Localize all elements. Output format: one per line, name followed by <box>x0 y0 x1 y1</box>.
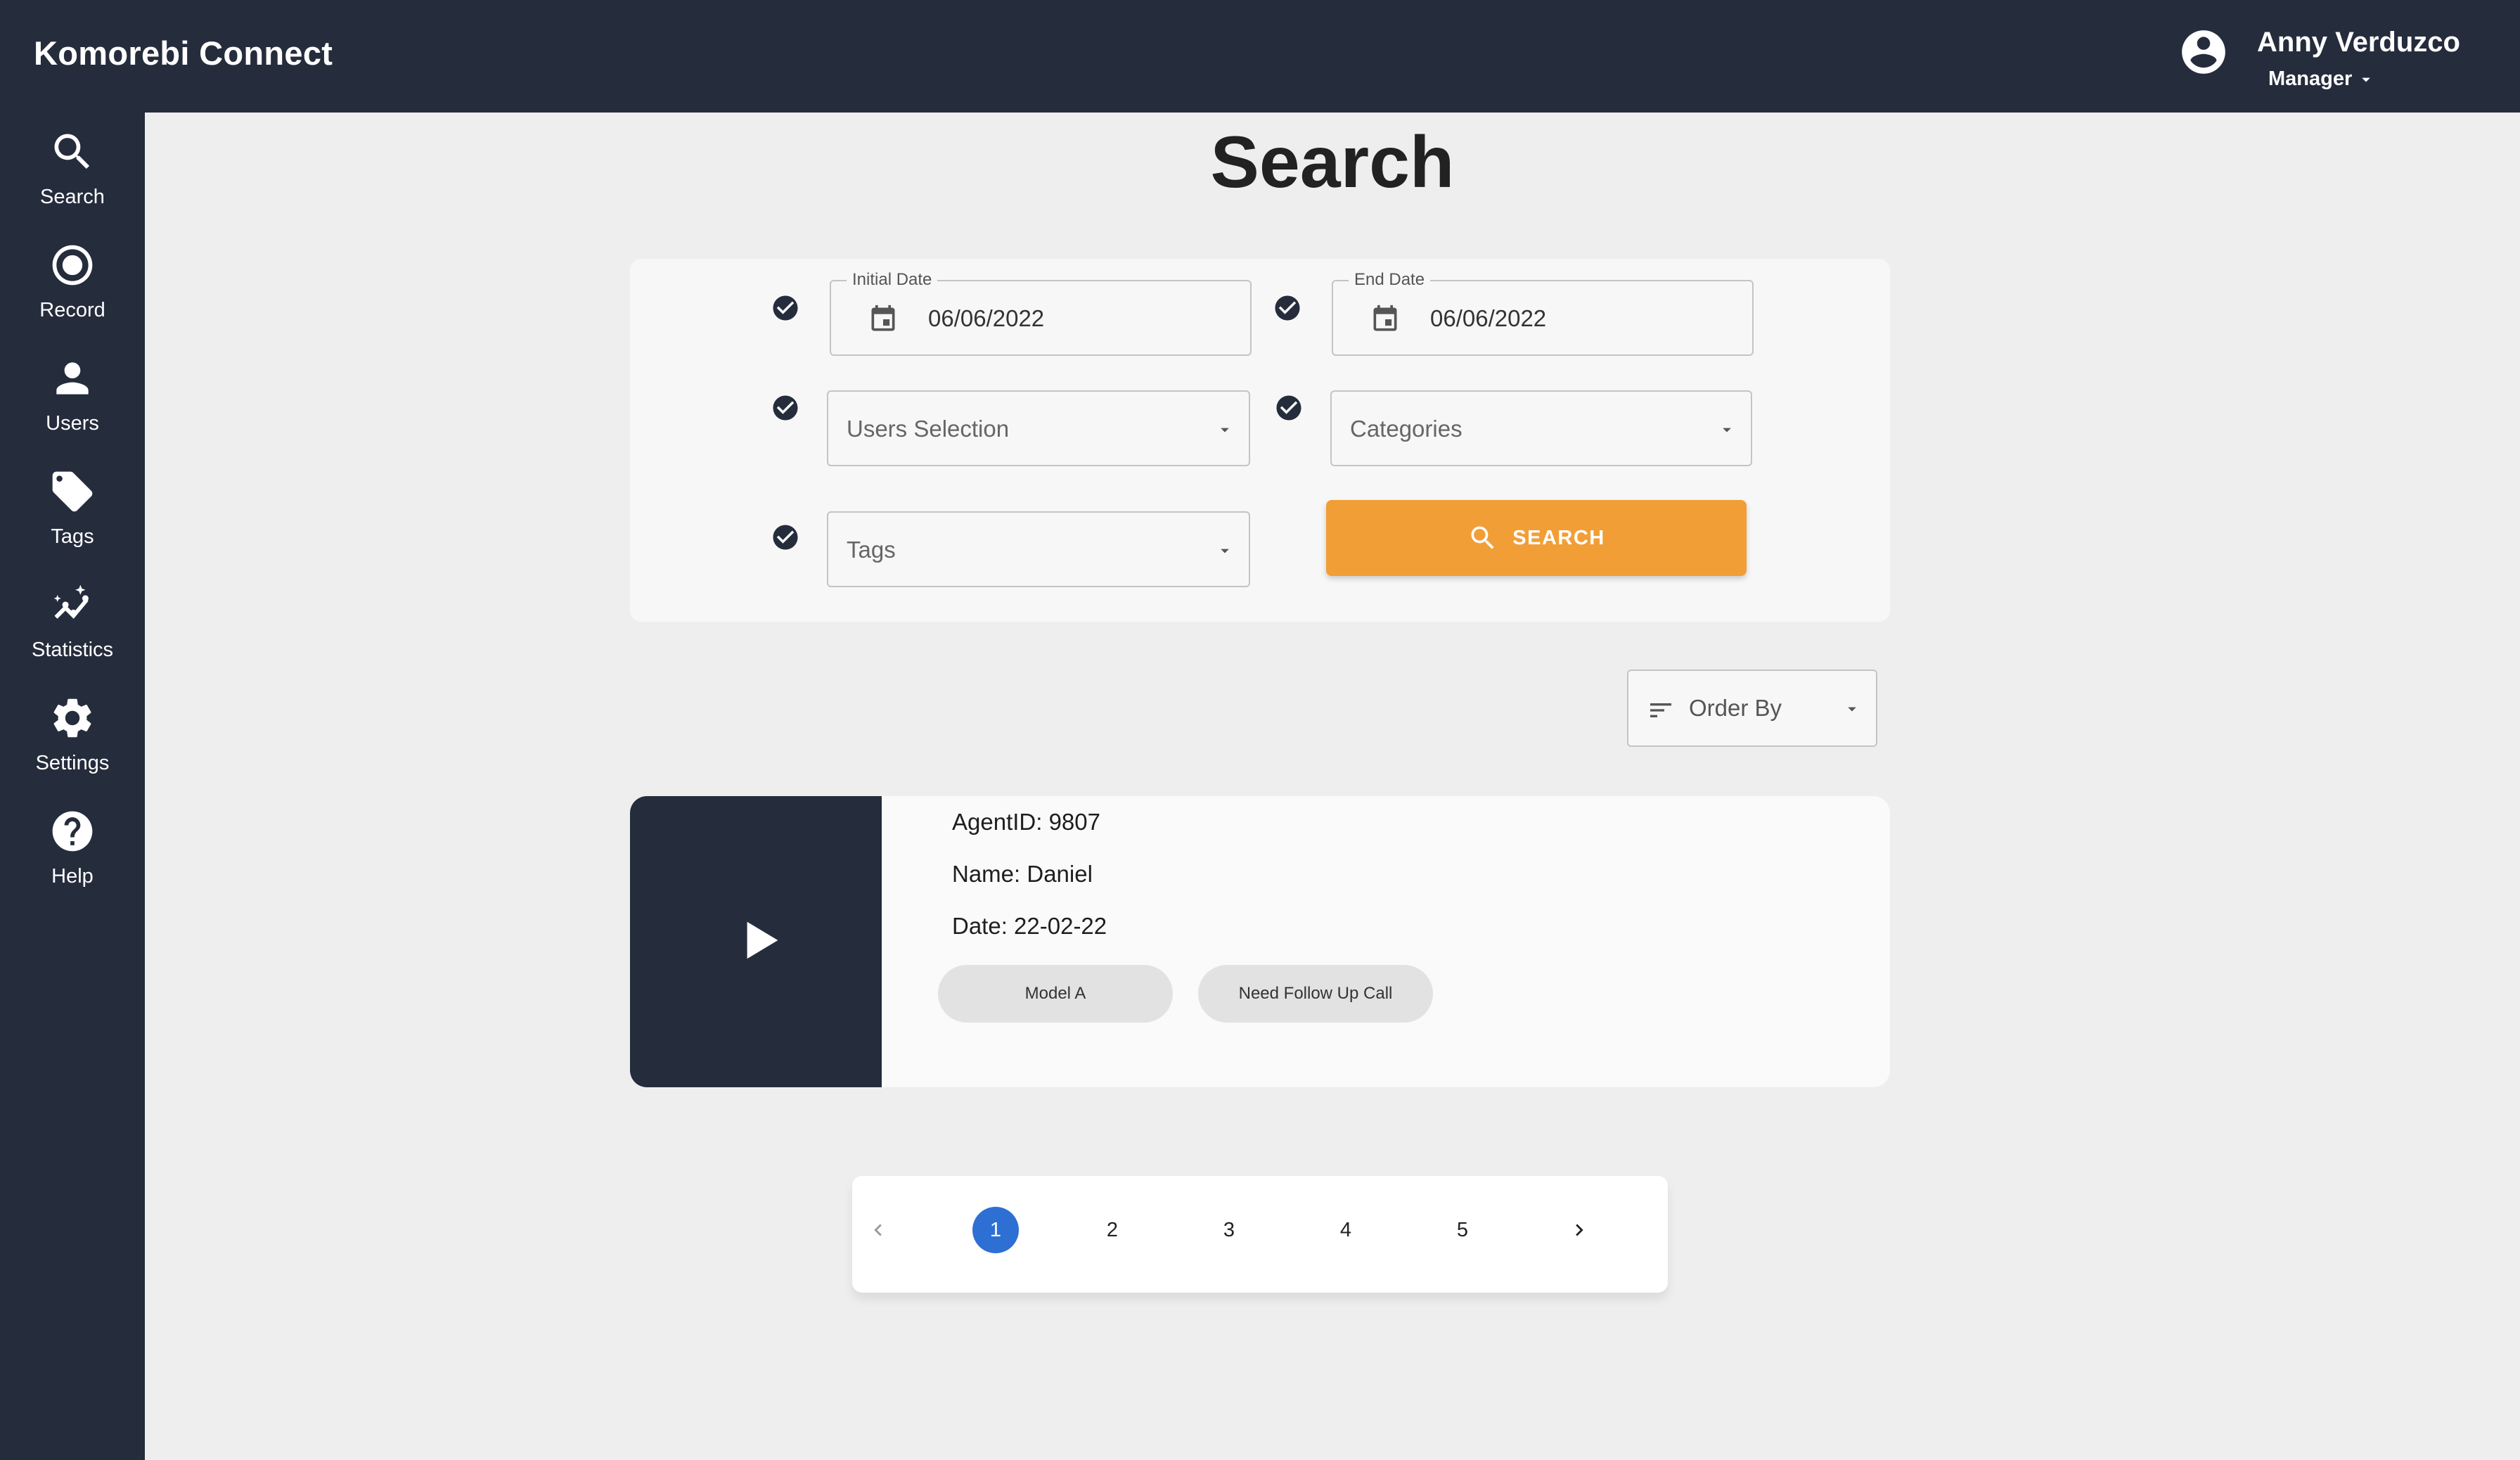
sort-icon <box>1650 703 1671 717</box>
app-title: Komorebi Connect <box>34 34 333 72</box>
end-date-label: End Date <box>1349 270 1431 290</box>
tags-placeholder: Tags <box>847 537 896 563</box>
pagination-page[interactable]: 4 <box>1323 1207 1369 1253</box>
record-icon <box>52 245 93 286</box>
sidebar-item-help[interactable]: Help <box>0 800 145 906</box>
sidebar-item-label: Settings <box>35 752 110 774</box>
caret-down-icon <box>2362 77 2371 82</box>
sidebar-item-label: Search <box>40 186 105 208</box>
end-date-value: 06/06/2022 <box>1430 305 1547 331</box>
sidebar-item-label: Tags <box>51 525 94 548</box>
initial-date-label: Initial Date <box>847 270 938 290</box>
pagination-page[interactable]: 1 <box>972 1207 1019 1253</box>
user-name: Anny Verduzco <box>2257 27 2460 58</box>
sidebar-item-users[interactable]: Users <box>0 347 145 453</box>
pagination-page[interactable]: 2 <box>1089 1207 1136 1253</box>
caret-down-icon <box>1848 707 1856 712</box>
users-selection-placeholder: Users Selection <box>847 416 1010 442</box>
check-circle-icon[interactable] <box>771 293 800 323</box>
order-by-select[interactable]: Order By <box>1627 670 1877 747</box>
result-card: AgentID: 9807 Name: Daniel Date: 22-02-2… <box>630 796 1890 1087</box>
record-date: Date: 22-02-22 <box>952 913 1107 939</box>
pagination-next[interactable] <box>1556 1207 1602 1253</box>
calendar-icon[interactable] <box>868 304 899 335</box>
end-date-field[interactable]: End Date 06/06/2022 <box>1332 270 1754 356</box>
sidebar-item-label: Record <box>39 299 105 321</box>
sidebar-item-label: Statistics <box>31 639 114 661</box>
chevron-left-icon <box>874 1224 882 1236</box>
search-icon <box>1471 526 1494 549</box>
check-circle-icon[interactable] <box>771 393 800 423</box>
categories-select[interactable]: Categories <box>1330 390 1752 466</box>
caret-down-icon <box>1221 428 1229 433</box>
sidebar-item-search[interactable]: Search <box>0 121 145 226</box>
caret-down-icon <box>1723 428 1731 433</box>
audio-player[interactable] <box>630 796 882 1087</box>
caret-down-icon <box>1221 549 1229 553</box>
calendar-icon[interactable] <box>1370 304 1401 335</box>
statistics-icon <box>53 584 89 619</box>
categories-placeholder: Categories <box>1350 416 1462 442</box>
initial-date-value: 06/06/2022 <box>928 305 1045 331</box>
search-button[interactable]: SEARCH <box>1326 500 1747 576</box>
tag-chip[interactable]: Model A <box>938 965 1173 1023</box>
chevron-right-icon <box>1576 1224 1583 1236</box>
pagination-page[interactable]: 3 <box>1206 1207 1252 1253</box>
users-selection-select[interactable]: Users Selection <box>827 390 1250 466</box>
agent-name: Name: Daniel <box>952 861 1093 887</box>
help-icon <box>52 811 93 852</box>
sidebar-item-statistics[interactable]: Statistics <box>0 574 145 679</box>
tag-icon <box>52 471 93 512</box>
page-title: Search <box>1210 122 1455 203</box>
sidebar-item-record[interactable]: Record <box>0 234 145 340</box>
account-circle-icon[interactable] <box>2178 26 2230 78</box>
gear-icon <box>53 698 91 738</box>
order-by-label: Order By <box>1689 695 1782 721</box>
sidebar-item-settings[interactable]: Settings <box>0 687 145 793</box>
pagination-prev[interactable] <box>855 1207 901 1253</box>
top-bar: Komorebi Connect Anny Verduzco Manager <box>0 0 2520 113</box>
pagination-page[interactable]: 5 <box>1439 1207 1486 1253</box>
agent-id: AgentID: 9807 <box>952 809 1100 835</box>
search-button-label: SEARCH <box>1512 526 1605 549</box>
user-icon <box>56 362 89 395</box>
check-circle-icon[interactable] <box>1273 293 1302 323</box>
pagination: 1 2 3 4 5 <box>852 1176 1668 1293</box>
tag-chip[interactable]: Need Follow Up Call <box>1198 965 1433 1023</box>
check-circle-icon[interactable] <box>1274 393 1304 423</box>
search-icon <box>54 134 90 169</box>
sidebar-item-label: Help <box>51 865 94 888</box>
initial-date-field[interactable]: Initial Date 06/06/2022 <box>830 270 1252 356</box>
play-icon[interactable] <box>737 916 786 965</box>
user-role-label: Manager <box>2268 68 2353 90</box>
check-circle-icon[interactable] <box>771 523 800 552</box>
sidebar: Search Record Users Tags Statistics Sett… <box>0 113 145 1460</box>
sidebar-item-label: Users <box>46 412 99 435</box>
user-role-dropdown[interactable]: Manager <box>2268 68 2376 91</box>
sidebar-item-tags[interactable]: Tags <box>0 461 145 566</box>
tags-select[interactable]: Tags <box>827 511 1250 587</box>
